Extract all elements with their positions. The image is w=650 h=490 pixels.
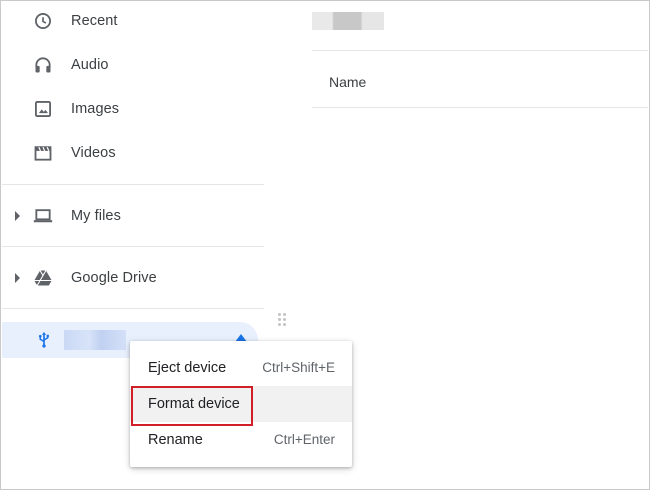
laptop-icon xyxy=(33,206,53,226)
sidebar-divider xyxy=(2,308,264,309)
sidebar-resize-handle[interactable] xyxy=(277,312,289,328)
expand-arrow-icon[interactable] xyxy=(15,211,20,221)
menu-item-format-device[interactable]: Format device xyxy=(130,386,352,422)
menu-item-label: Rename xyxy=(148,432,203,448)
sidebar-item-label: Videos xyxy=(71,145,116,161)
sidebar-item-label: Google Drive xyxy=(71,270,157,286)
clock-icon xyxy=(33,11,53,31)
sidebar-divider xyxy=(2,246,264,247)
breadcrumb-redacted xyxy=(312,12,384,30)
column-header-divider xyxy=(312,107,648,108)
sidebar-item-videos[interactable]: Videos xyxy=(1,133,263,173)
sidebar-item-images[interactable]: Images xyxy=(1,89,263,129)
menu-item-label: Eject device xyxy=(148,360,227,376)
headphones-icon xyxy=(33,55,53,75)
sidebar-item-label: Images xyxy=(71,101,120,117)
column-header-name[interactable]: Name xyxy=(329,74,366,90)
sidebar-item-label: Audio xyxy=(71,57,109,73)
video-clapper-icon xyxy=(33,143,53,163)
file-list-pane: Name xyxy=(312,0,648,488)
sidebar-divider xyxy=(2,184,264,185)
google-drive-icon xyxy=(33,268,53,288)
image-icon xyxy=(33,99,53,119)
menu-item-shortcut: Ctrl+Shift+E xyxy=(262,360,335,375)
sidebar-item-label: My files xyxy=(71,208,121,224)
menu-item-shortcut: Ctrl+Enter xyxy=(273,432,335,447)
usb-icon xyxy=(35,331,53,349)
header-divider xyxy=(312,50,648,51)
menu-item-rename[interactable]: Rename Ctrl+Enter xyxy=(130,422,352,458)
sidebar-item-audio[interactable]: Audio xyxy=(1,45,263,85)
sidebar-item-label: Recent xyxy=(71,13,118,29)
menu-item-label: Format device xyxy=(148,396,240,412)
menu-item-eject-device[interactable]: Eject device Ctrl+Shift+E xyxy=(130,350,352,386)
sidebar-item-my-files[interactable]: My files xyxy=(1,196,263,236)
sidebar-item-google-drive[interactable]: Google Drive xyxy=(1,258,263,298)
sidebar-item-recent[interactable]: Recent xyxy=(1,1,263,41)
context-menu: Eject device Ctrl+Shift+E Format device … xyxy=(130,341,352,467)
expand-arrow-icon[interactable] xyxy=(15,273,20,283)
device-name-redacted xyxy=(64,330,126,350)
